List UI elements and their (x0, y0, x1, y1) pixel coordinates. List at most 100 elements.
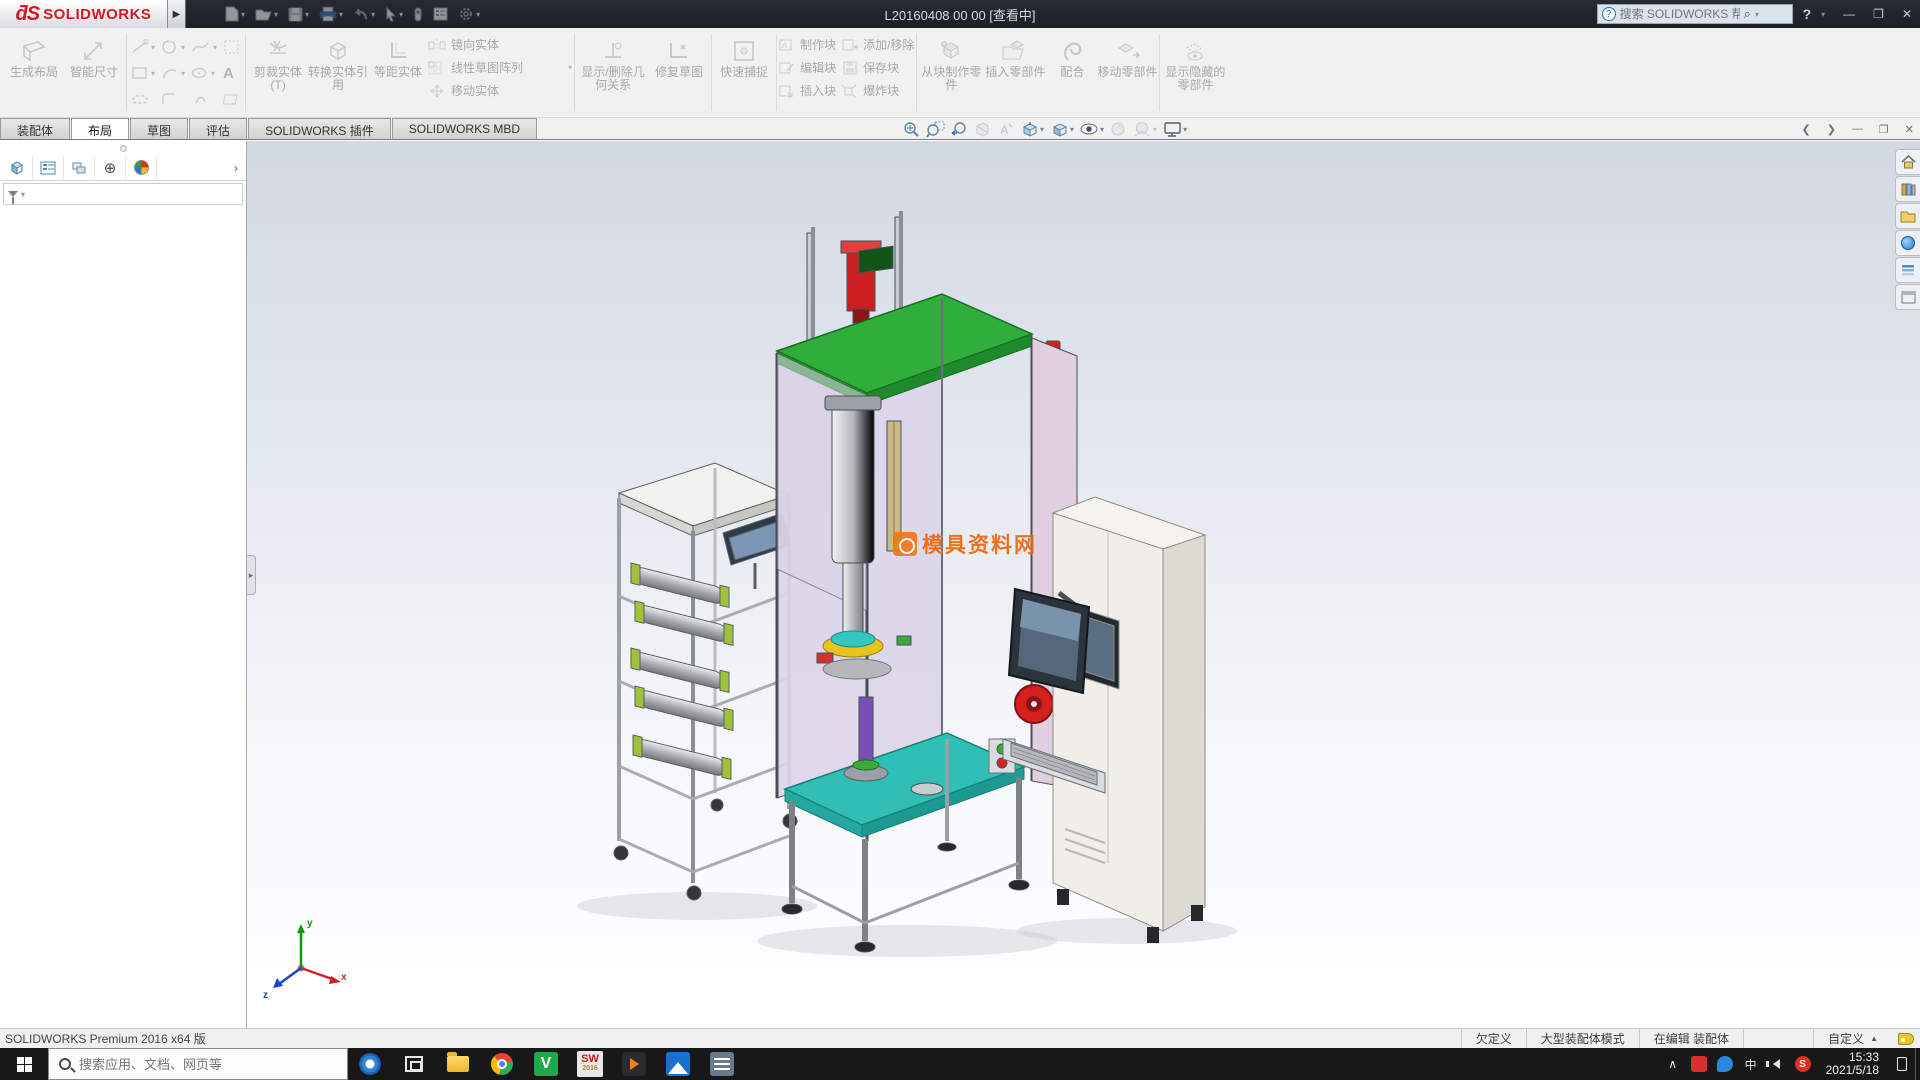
trim-entities-button[interactable]: 剪裁实体(T) (248, 30, 308, 115)
panel-flyout-grip[interactable]: ▸ (247, 555, 256, 595)
new-caret[interactable]: ▾ (241, 10, 245, 19)
window-restore-button[interactable]: ❐ (1873, 7, 1884, 21)
action-center-button[interactable] (1889, 1048, 1915, 1080)
customize-menu[interactable]: 自定义 ▲ (1813, 1029, 1892, 1049)
panel-splitter[interactable] (0, 141, 246, 155)
print-caret[interactable]: ▾ (339, 10, 343, 19)
fillet-tool[interactable] (159, 86, 187, 112)
mate-button[interactable]: 配合 (1047, 30, 1097, 115)
media-player-button[interactable] (612, 1048, 656, 1080)
search-icon[interactable]: ⌕ (1744, 6, 1751, 22)
zoom-to-fit-button[interactable] (903, 121, 920, 138)
arc-tool[interactable]: ▾ (159, 60, 187, 86)
pane-left-button[interactable]: ❮ (1801, 123, 1810, 136)
tab-solidworks-addins[interactable]: SOLIDWORKS 插件 (248, 118, 391, 139)
settings-button[interactable]: ▾ (455, 4, 483, 24)
chrome-button[interactable] (480, 1048, 524, 1080)
view-orientation-caret[interactable]: ▾ (1040, 125, 1044, 134)
insert-block-item[interactable]: 插入块 (779, 82, 836, 99)
circle-caret[interactable]: ▾ (181, 43, 185, 52)
pane-right-button[interactable]: ❯ (1827, 123, 1836, 136)
design-library-tab[interactable] (1895, 176, 1920, 202)
doc-restore-button[interactable]: ❐ (1879, 123, 1889, 136)
rectangle-tool[interactable]: ▾ (129, 60, 157, 86)
file-explorer-tab[interactable] (1895, 203, 1920, 229)
explode-block-item[interactable]: 爆炸块 (842, 82, 914, 99)
smart-dimension-button[interactable]: 智能尺寸 (64, 30, 124, 115)
apply-scene-button[interactable]: ▾ (1133, 121, 1157, 138)
make-part-from-block-button[interactable]: 从块制作零件 (919, 30, 983, 115)
move-entities-item[interactable]: 移动实体 (428, 82, 572, 99)
insert-components-button[interactable]: 插入零部件 (983, 30, 1047, 115)
annotation-view-button[interactable]: A (997, 121, 1014, 138)
view-settings-caret[interactable]: ▾ (1183, 125, 1187, 134)
cortana-button[interactable] (348, 1048, 392, 1080)
ellipse-caret[interactable]: ▾ (211, 69, 215, 78)
quick-snaps-button[interactable]: 快速捕捉 (714, 30, 774, 115)
tab-property-manager[interactable] (33, 156, 64, 180)
make-block-item[interactable]: A 制作块 (779, 36, 836, 53)
offset-entities-button[interactable]: 等距实体 (368, 30, 428, 115)
open-document-button[interactable]: ▾ (252, 5, 281, 23)
section-view-button[interactable] (974, 121, 991, 138)
select-button[interactable]: ▾ (382, 5, 406, 24)
notes-app-button[interactable] (700, 1048, 744, 1080)
create-layout-button[interactable]: 生成布局 (4, 30, 64, 115)
tray-messenger-app[interactable] (1712, 1048, 1738, 1080)
line-caret[interactable]: ▾ (151, 43, 155, 52)
tab-solidworks-mbd[interactable]: SOLIDWORKS MBD (392, 118, 537, 139)
show-desktop-button[interactable] (1915, 1048, 1920, 1080)
tab-configuration-manager[interactable] (64, 156, 95, 180)
photos-app-button[interactable] (656, 1048, 700, 1080)
help-caret[interactable]: ▾ (1821, 10, 1825, 19)
spline-tool[interactable]: ▾ (189, 34, 219, 60)
convert-entities-button[interactable]: 转换实体引用 (308, 30, 368, 115)
trim-preview-tool[interactable] (221, 34, 243, 60)
taskbar-clock[interactable]: 15:33 2021/5/18 (1816, 1051, 1889, 1077)
edit-block-item[interactable]: 编辑块 (779, 59, 836, 76)
view-settings-button[interactable]: ▾ (1163, 121, 1187, 138)
help-button[interactable]: ? (1803, 6, 1812, 22)
help-search-box[interactable]: ? ⌕ ▾ (1597, 4, 1793, 24)
start-button[interactable] (0, 1048, 48, 1080)
slot-tool[interactable] (129, 86, 157, 112)
tab-assembly[interactable]: 装配体 (0, 118, 70, 139)
tray-red-app[interactable] (1686, 1048, 1712, 1080)
point-tool[interactable] (189, 86, 219, 112)
select-caret[interactable]: ▾ (399, 10, 403, 19)
doc-minimize-button[interactable]: — (1852, 123, 1863, 135)
view-orientation-button[interactable]: ▾ (1020, 121, 1044, 138)
search-scope-caret[interactable]: ▾ (1755, 10, 1759, 19)
save-button[interactable]: ▾ (285, 5, 312, 24)
ellipse-tool[interactable]: ▾ (189, 60, 219, 86)
custom-properties-tab[interactable] (1895, 284, 1920, 310)
resources-home-tab[interactable] (1895, 149, 1920, 175)
tag-icon[interactable] (1898, 1033, 1914, 1045)
display-delete-relations-button[interactable]: 显示/删除几何关系 (577, 30, 649, 115)
undo-caret[interactable]: ▾ (371, 10, 375, 19)
tab-display-manager[interactable] (126, 156, 157, 180)
tab-sketch[interactable]: 草图 (130, 118, 188, 139)
linear-sketch-pattern-item[interactable]: 线性草图阵列 ▾ (428, 59, 572, 76)
mirror-entities-item[interactable]: 镜向实体 (428, 36, 572, 53)
taskbar-search-input[interactable] (79, 1057, 299, 1072)
options-list-button[interactable] (430, 5, 451, 23)
open-caret[interactable]: ▾ (274, 10, 278, 19)
taskbar-search-box[interactable] (48, 1048, 348, 1080)
new-document-button[interactable]: ▾ (222, 4, 248, 24)
text-tool[interactable]: A (221, 60, 243, 86)
show-hidden-components-button[interactable]: 显示隐藏的零部件 (1162, 30, 1228, 115)
volume-button[interactable] (1764, 1048, 1790, 1080)
window-close-button[interactable]: ✕ (1902, 7, 1912, 21)
graphics-viewport[interactable]: 模具资料网 ▸ y x z (247, 141, 1920, 1028)
previous-view-button[interactable] (951, 121, 968, 138)
zoom-to-area-button[interactable] (926, 121, 945, 138)
pattern-caret[interactable]: ▾ (568, 63, 572, 72)
tab-layout[interactable]: 布局 (71, 118, 129, 139)
save-block-item[interactable]: 保存块 (842, 59, 914, 76)
line-tool[interactable]: ▾ (129, 34, 157, 60)
settings-caret[interactable]: ▾ (476, 10, 480, 19)
circle-tool[interactable]: ▾ (159, 34, 187, 60)
v-app-button[interactable]: V (524, 1048, 568, 1080)
view-palette-tab[interactable] (1895, 230, 1920, 256)
